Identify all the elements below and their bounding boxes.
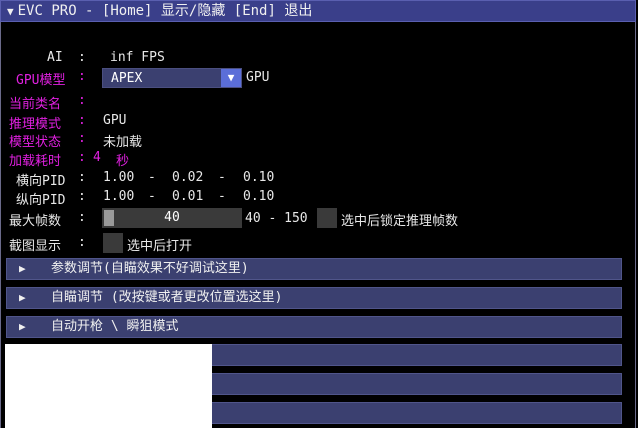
collapse-triangle-icon[interactable]: ▼ (7, 2, 14, 22)
section-aim-tuning[interactable]: ▶ 自瞄调节 (改按键或者更改位置选这里) (6, 287, 622, 309)
section-param-tuning-label: 参数调节(自瞄效果不好调试这里) (51, 261, 249, 276)
load-time-label: 加载耗时 (9, 154, 62, 169)
expand-triangle-icon: ▶ (19, 291, 26, 304)
model-status-label: 模型状态 (9, 135, 62, 150)
load-time-value: 4 (93, 150, 101, 165)
section-param-tuning[interactable]: ▶ 参数调节(自瞄效果不好调试这里) (6, 258, 622, 280)
section-aim-tuning-label: 自瞄调节 (改按键或者更改位置选这里) (51, 290, 283, 305)
max-fps-slider[interactable]: 40 (102, 208, 242, 228)
v-pid-label: 纵向PID (16, 193, 66, 208)
h-pid-p-value: 1.00 (103, 170, 135, 185)
expand-triangle-icon: ▶ (19, 262, 26, 275)
inference-mode-label: 推理模式 (9, 117, 62, 132)
ai-label: AI (47, 50, 63, 65)
section-auto-fire[interactable]: ▶ 自动开枪 \ 瞬狙模式 (6, 316, 622, 338)
ai-separator: : (78, 50, 86, 65)
h-pid-label: 横向PID (16, 174, 66, 189)
lock-fps-checkbox[interactable] (317, 208, 337, 228)
max-fps-range: 40 - 150 (245, 211, 308, 226)
v-pid-dash-1: - (148, 189, 156, 204)
v-pid-dash-2: - (218, 189, 226, 204)
section-auto-fire-label: 自动开枪 \ 瞬狙模式 (51, 319, 179, 334)
gpu-model-suffix: GPU (246, 70, 270, 85)
v-pid-separator: : (78, 189, 86, 204)
inference-mode-value: GPU (103, 113, 127, 128)
window-title: EVC PRO - [Home] 显示/隐藏 [End] 退出 (17, 3, 313, 19)
gpu-model-dropdown[interactable]: APEX ▼ (102, 68, 242, 88)
screenshot-display-check-label: 选中后打开 (127, 239, 193, 254)
h-pid-i-value: 0.02 (172, 170, 204, 185)
expand-triangle-icon: ▶ (19, 320, 26, 333)
max-fps-value: 40 (164, 210, 180, 225)
h-pid-d-value: 0.10 (243, 170, 275, 185)
screenshot-display-checkbox[interactable] (103, 233, 123, 253)
h-pid-dash-2: - (218, 170, 226, 185)
v-pid-i-value: 0.01 (172, 189, 204, 204)
gpu-model-separator: : (78, 69, 86, 84)
gpu-model-selected: APEX (111, 71, 143, 86)
dropdown-arrow-icon[interactable]: ▼ (221, 69, 241, 87)
h-pid-dash-1: - (148, 170, 156, 185)
screenshot-display-separator: : (78, 235, 86, 250)
current-class-separator: : (78, 93, 86, 108)
lock-fps-label: 选中后锁定推理帧数 (341, 214, 459, 229)
overlay-white-panel (5, 344, 212, 428)
screenshot-display-label: 截图显示 (9, 239, 62, 254)
h-pid-separator: : (78, 170, 86, 185)
inference-mode-separator: : (78, 113, 86, 128)
v-pid-p-value: 1.00 (103, 189, 135, 204)
ai-fps-value: inf FPS (110, 50, 165, 65)
current-class-label: 当前类名 (9, 97, 62, 112)
max-fps-label: 最大帧数 (9, 214, 62, 229)
model-status-value: 未加载 (103, 135, 143, 150)
v-pid-d-value: 0.10 (243, 189, 275, 204)
load-time-unit: 秒 (116, 154, 130, 169)
window-titlebar[interactable]: ▼ EVC PRO - [Home] 显示/隐藏 [End] 退出 (0, 0, 636, 22)
gpu-model-label: GPU模型 (16, 73, 66, 88)
model-status-separator: : (78, 131, 86, 146)
load-time-separator: : (78, 150, 86, 165)
max-fps-separator: : (78, 210, 86, 225)
